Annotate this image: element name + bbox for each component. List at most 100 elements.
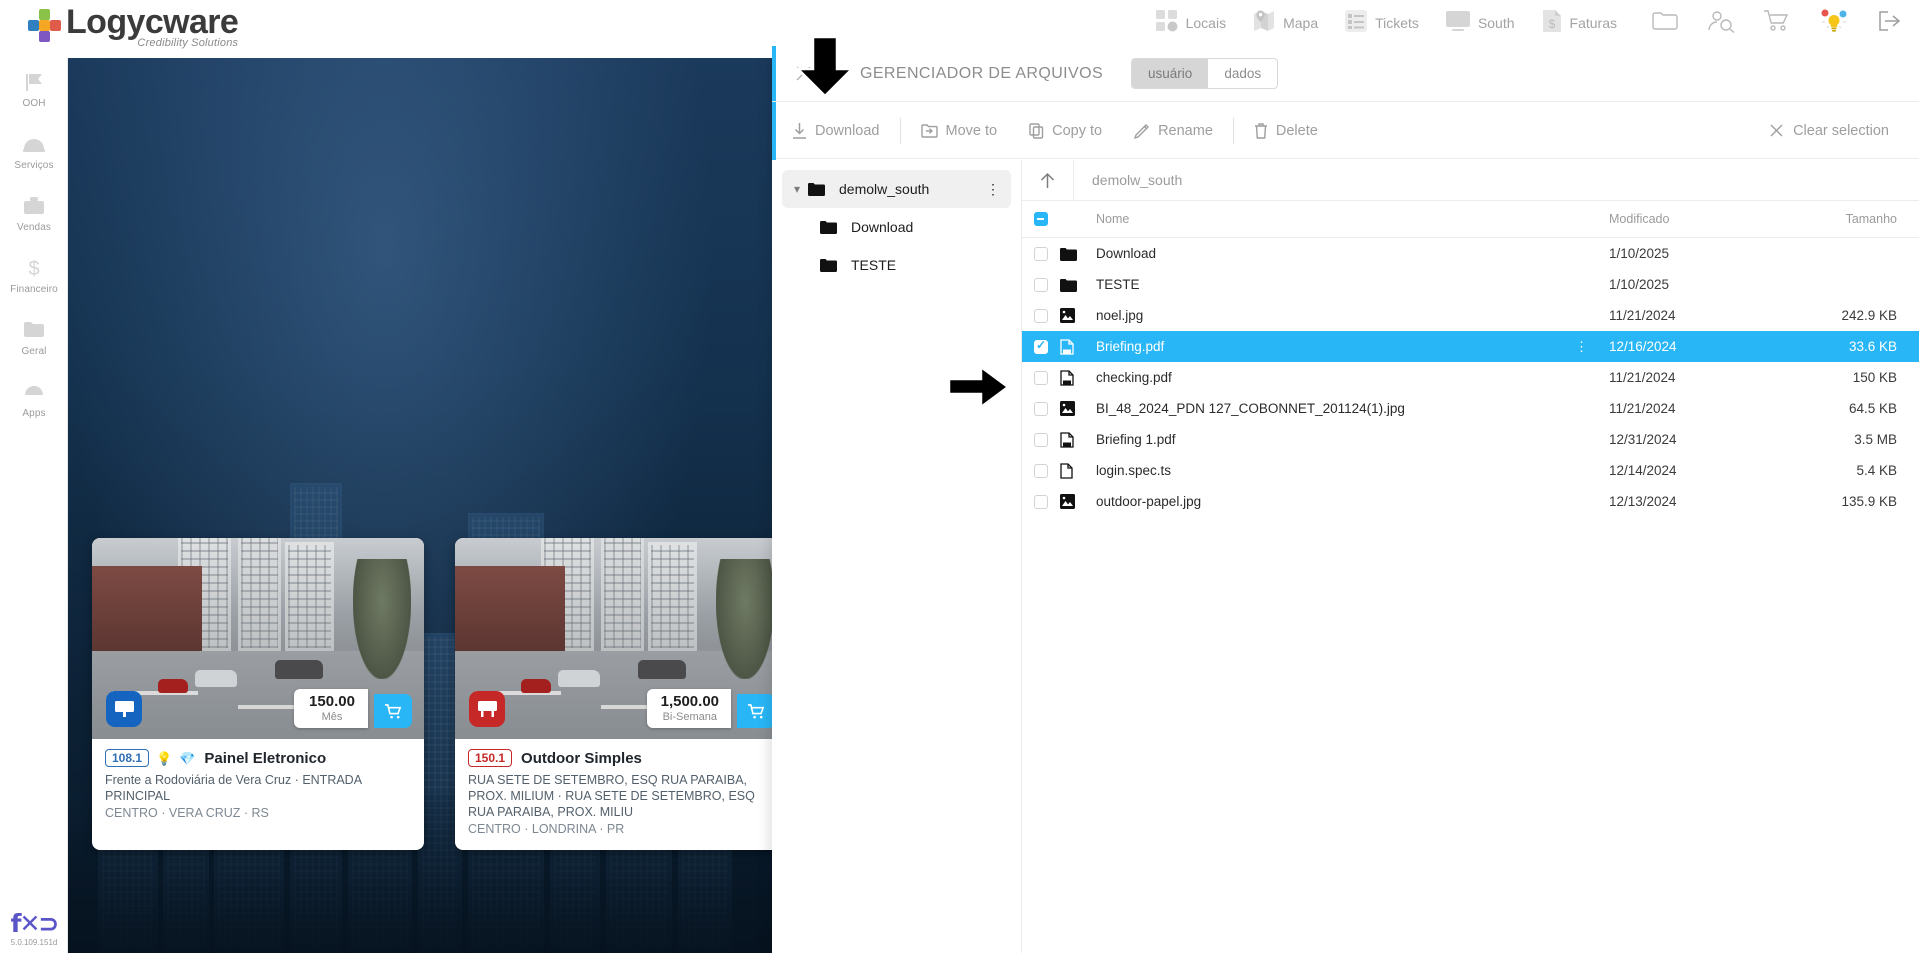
delete-label: Delete <box>1275 122 1318 139</box>
file-row[interactable]: Download 1/10/2025 <box>1022 238 1919 269</box>
topnav-label: South <box>1477 15 1515 31</box>
row-checkbox[interactable] <box>1034 370 1048 385</box>
add-to-cart-button[interactable] <box>374 694 412 728</box>
row-checkbox-cell[interactable] <box>1022 463 1060 478</box>
file-row[interactable]: checking.pdf 11/21/2024 150 KB <box>1022 362 1919 393</box>
file-name: Briefing.pdf <box>1096 339 1165 354</box>
tree-item-teste[interactable]: TESTE <box>816 246 1011 284</box>
topnav-item-tickets[interactable]: Tickets <box>1344 9 1419 38</box>
brand-logo[interactable]: Logycware Credibility Solutions <box>28 4 239 49</box>
left-sidebar: OOH Serviços Vendas $ Financeiro Geral A… <box>0 58 68 953</box>
file-row[interactable]: login.spec.ts 12/14/2024 5.4 KB <box>1022 455 1919 486</box>
row-checkbox[interactable] <box>1034 338 1048 354</box>
tree-item-root[interactable]: ▾ demolw_south ⋮ <box>782 170 1011 208</box>
file-size: 33.6 KB <box>1848 339 1897 354</box>
file-name: outdoor-papel.jpg <box>1096 494 1202 509</box>
select-all-checkbox[interactable] <box>1034 212 1048 226</box>
file-modified: 12/16/2024 <box>1609 339 1677 354</box>
column-header-size[interactable]: Tamanho <box>1784 212 1919 226</box>
breadcrumb: demolw_south <box>1022 159 1919 201</box>
tree-child-label: Download <box>851 219 914 235</box>
segment-usuario[interactable]: usuário <box>1132 59 1209 88</box>
row-checkbox-cell[interactable] <box>1022 432 1060 447</box>
topnav-label: Tickets <box>1375 15 1419 31</box>
file-modified: 11/21/2024 <box>1609 401 1676 416</box>
file-modified: 12/14/2024 <box>1609 463 1677 478</box>
topnav-label: Locais <box>1185 15 1227 31</box>
row-checkbox-cell[interactable] <box>1022 338 1060 354</box>
topnav-item-mapa[interactable]: Mapa <box>1252 9 1318 38</box>
checklist-icon <box>1344 9 1368 38</box>
table-row[interactable]: TESTE 1/10/2025 <box>1022 269 1919 300</box>
row-checkbox[interactable] <box>1034 401 1048 416</box>
row-checkbox-cell[interactable] <box>1022 370 1060 385</box>
file-name: Download <box>1096 246 1157 261</box>
sidebar-item-servicos[interactable]: Serviços <box>0 120 68 182</box>
download-button[interactable]: Download <box>776 114 896 148</box>
sidebar-item-vendas[interactable]: Vendas <box>0 182 68 244</box>
move-to-button[interactable]: Move to <box>905 114 1014 148</box>
property-card[interactable]: 150.00 Mês 108.1 💡 💎 Painel Eletronico F… <box>92 538 424 850</box>
row-checkbox-cell[interactable] <box>1022 308 1060 323</box>
table-row[interactable]: Download 1/10/2025 <box>1022 238 1919 269</box>
pdf-icon <box>1060 369 1096 386</box>
tree-item-download[interactable]: Download <box>816 208 1011 246</box>
row-checkbox[interactable] <box>1034 463 1048 478</box>
row-checkbox-cell[interactable] <box>1022 277 1060 292</box>
row-checkbox[interactable] <box>1034 277 1048 292</box>
brand-bar: Logycware Credibility Solutions <box>0 0 772 58</box>
copy-to-label: Copy to <box>1052 122 1103 139</box>
arrow-up-icon[interactable] <box>1022 159 1074 201</box>
row-checkbox-cell[interactable] <box>1022 494 1060 509</box>
file-manager-title: GERENCIADOR DE ARQUIVOS <box>860 64 1104 82</box>
copy-to-button[interactable]: Copy to <box>1013 114 1118 148</box>
topnav-item-south[interactable]: South <box>1445 10 1515 37</box>
table-row[interactable]: Briefing 1.pdf 12/31/2024 3.5 MB <box>1022 424 1919 455</box>
file-row[interactable]: BI_48_2024_PDN 127_COBONNET_201124(1).jp… <box>1022 393 1919 424</box>
column-header-modified[interactable]: Modificado <box>1609 212 1784 226</box>
row-checkbox[interactable] <box>1034 308 1048 323</box>
file-row[interactable]: Briefing 1.pdf 12/31/2024 3.5 MB <box>1022 424 1919 455</box>
row-checkbox[interactable] <box>1034 432 1048 447</box>
folder-outline-icon[interactable] <box>1651 9 1679 38</box>
table-row[interactable]: checking.pdf 11/21/2024 150 KB <box>1022 362 1919 393</box>
row-checkbox-cell[interactable] <box>1022 401 1060 416</box>
table-row[interactable]: Briefing.pdf 12/16/2024 33.6 KB ⋮ <box>1022 331 1919 362</box>
logout-icon[interactable] <box>1877 9 1905 38</box>
row-checkbox[interactable] <box>1034 246 1048 261</box>
file-row[interactable]: Briefing.pdf 12/16/2024 33.6 KB <box>1022 331 1919 362</box>
folder-icon <box>1060 278 1096 292</box>
lightbulb-idea-icon[interactable] <box>1819 8 1849 39</box>
row-checkbox[interactable] <box>1034 494 1048 509</box>
sidebar-item-ooh[interactable]: OOH <box>0 58 68 120</box>
sidebar-item-apps[interactable]: Apps <box>0 368 68 430</box>
tree-overflow-menu-icon[interactable]: ⋮ <box>986 181 1011 198</box>
topnav-item-faturas[interactable]: $ Faturas <box>1541 9 1617 38</box>
user-search-icon[interactable] <box>1707 9 1735 38</box>
topnav-item-locais[interactable]: Locais <box>1155 9 1226 38</box>
table-row[interactable]: noel.jpg 11/21/2024 242.9 KB <box>1022 300 1919 331</box>
file-row[interactable]: TESTE 1/10/2025 <box>1022 269 1919 300</box>
file-name: BI_48_2024_PDN 127_COBONNET_201124(1).jp… <box>1096 401 1405 416</box>
sidebar-item-financeiro[interactable]: $ Financeiro <box>0 244 68 306</box>
file-modified: 12/13/2024 <box>1609 494 1677 509</box>
file-row[interactable]: outdoor-papel.jpg 12/13/2024 135.9 KB <box>1022 486 1919 517</box>
add-to-cart-button[interactable] <box>737 694 775 728</box>
file-size: 3.5 MB <box>1854 432 1897 447</box>
table-row[interactable]: outdoor-papel.jpg 12/13/2024 135.9 KB <box>1022 486 1919 517</box>
table-row[interactable]: login.spec.ts 12/14/2024 5.4 KB <box>1022 455 1919 486</box>
property-card[interactable]: 1,500.00 Bi-Semana 150.1 Outdoor Simples <box>455 538 787 850</box>
row-overflow-menu-icon[interactable]: ⋮ <box>1575 339 1589 355</box>
clear-selection-button[interactable]: Clear selection <box>1770 123 1919 139</box>
column-header-name[interactable]: Nome <box>1096 212 1609 226</box>
tree-child-label: TESTE <box>851 257 897 273</box>
chevron-down-icon[interactable]: ▾ <box>786 182 808 196</box>
rename-button[interactable]: Rename <box>1118 114 1229 148</box>
delete-button[interactable]: Delete <box>1238 114 1334 148</box>
table-row[interactable]: BI_48_2024_PDN 127_COBONNET_201124(1).jp… <box>1022 393 1919 424</box>
segment-dados[interactable]: dados <box>1208 59 1277 88</box>
file-row[interactable]: noel.jpg 11/21/2024 242.9 KB <box>1022 300 1919 331</box>
shopping-cart-icon[interactable] <box>1763 9 1791 38</box>
sidebar-item-geral[interactable]: Geral <box>0 306 68 368</box>
row-checkbox-cell[interactable] <box>1022 246 1060 261</box>
